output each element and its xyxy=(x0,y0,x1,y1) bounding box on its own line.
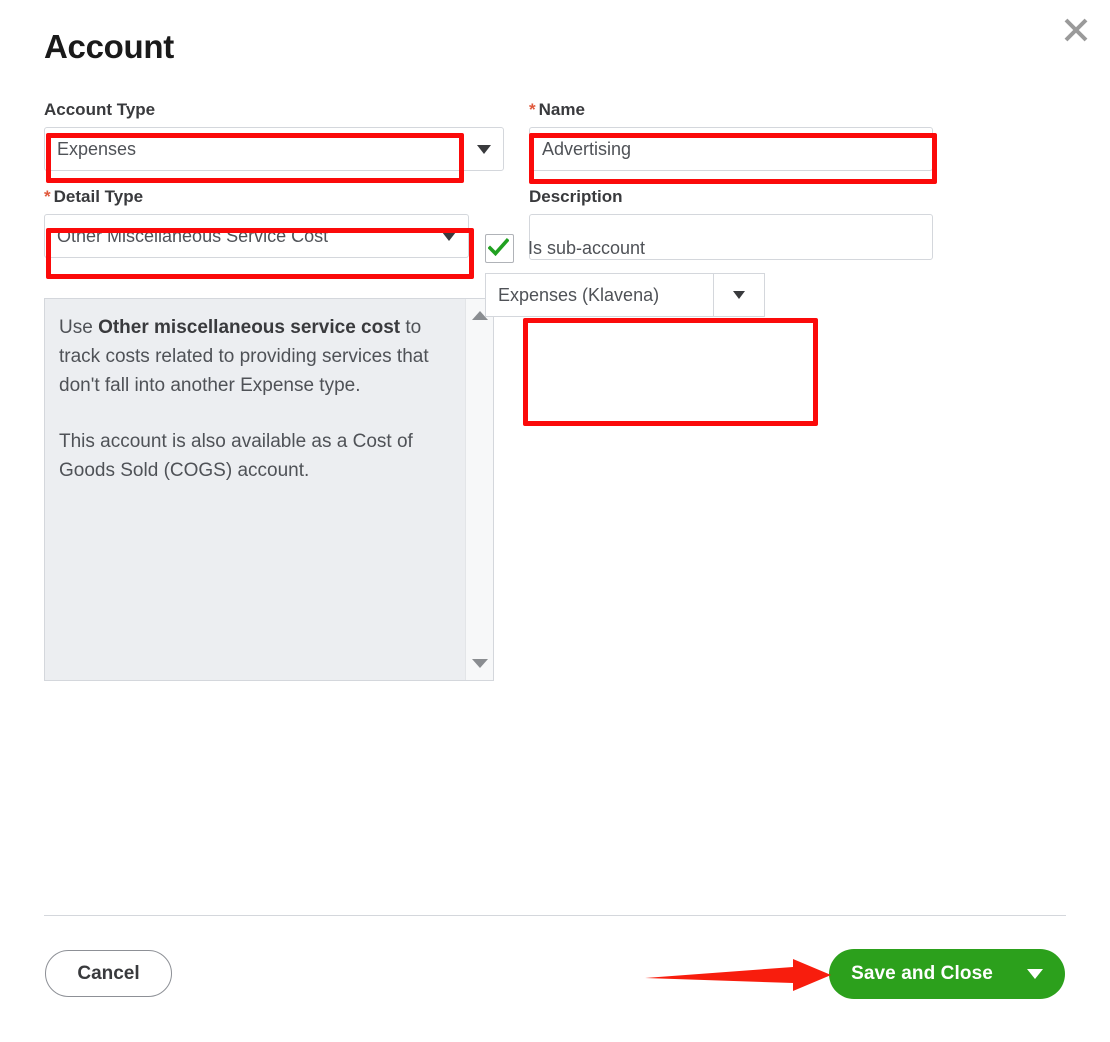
required-asterisk: * xyxy=(529,100,536,119)
required-asterisk: * xyxy=(44,187,51,206)
help-panel-scrollbar[interactable] xyxy=(465,299,493,680)
parent-account-select[interactable]: Expenses (Klavena) xyxy=(485,273,765,317)
chevron-down-icon[interactable] xyxy=(1027,969,1043,979)
cancel-button-label: Cancel xyxy=(77,963,139,985)
description-label: Description xyxy=(529,187,989,207)
account-type-value: Expenses xyxy=(57,139,136,160)
chevron-down-icon xyxy=(442,232,456,241)
footer-divider xyxy=(44,915,1066,916)
detail-type-value: Other Miscellaneous Service Cost xyxy=(57,226,328,247)
account-type-label-text: Account Type xyxy=(44,100,155,119)
chevron-down-icon xyxy=(733,291,745,299)
cancel-button[interactable]: Cancel xyxy=(45,950,172,997)
name-label-text: Name xyxy=(539,100,585,119)
annotation-highlight-sub-account xyxy=(523,318,818,426)
name-label: *Name xyxy=(529,100,989,120)
help-paragraph-1: Use Other miscellaneous service cost to … xyxy=(59,313,449,400)
detail-type-label-text: Detail Type xyxy=(54,187,143,206)
close-dialog-button[interactable] xyxy=(1056,10,1096,50)
name-input[interactable]: Advertising xyxy=(529,127,933,171)
parent-account-value: Expenses (Klavena) xyxy=(485,273,713,317)
is-sub-account-row[interactable]: Is sub-account xyxy=(485,232,765,264)
scroll-down-arrow-icon[interactable] xyxy=(472,659,488,668)
help-panel-text: Use Other miscellaneous service cost to … xyxy=(45,299,465,680)
description-label-text: Description xyxy=(529,187,623,206)
account-type-label: Account Type xyxy=(44,100,504,120)
close-icon xyxy=(1061,15,1091,45)
is-sub-account-checkbox[interactable] xyxy=(485,234,514,263)
is-sub-account-label: Is sub-account xyxy=(528,238,645,259)
detail-type-label: *Detail Type xyxy=(44,187,504,207)
detail-type-help-panel: Use Other miscellaneous service cost to … xyxy=(44,298,494,681)
account-type-select[interactable]: Expenses xyxy=(44,127,504,171)
annotation-arrow-to-save xyxy=(645,955,835,995)
help-p1-prefix: Use xyxy=(59,317,98,338)
chevron-down-icon xyxy=(477,145,491,154)
detail-type-select[interactable]: Other Miscellaneous Service Cost xyxy=(44,214,469,258)
save-and-close-button[interactable]: Save and Close xyxy=(829,949,1065,999)
help-p1-bold: Other miscellaneous service cost xyxy=(98,317,400,338)
sub-account-group: Is sub-account Expenses (Klavena) xyxy=(485,232,765,317)
name-input-value: Advertising xyxy=(542,139,631,160)
save-and-close-label: Save and Close xyxy=(851,963,993,985)
form-column-left: Account Type Expenses *Detail Type Other… xyxy=(44,100,504,258)
page-title: Account xyxy=(44,28,174,66)
help-paragraph-2: This account is also available as a Cost… xyxy=(59,427,449,485)
parent-account-caret-button[interactable] xyxy=(713,273,765,317)
